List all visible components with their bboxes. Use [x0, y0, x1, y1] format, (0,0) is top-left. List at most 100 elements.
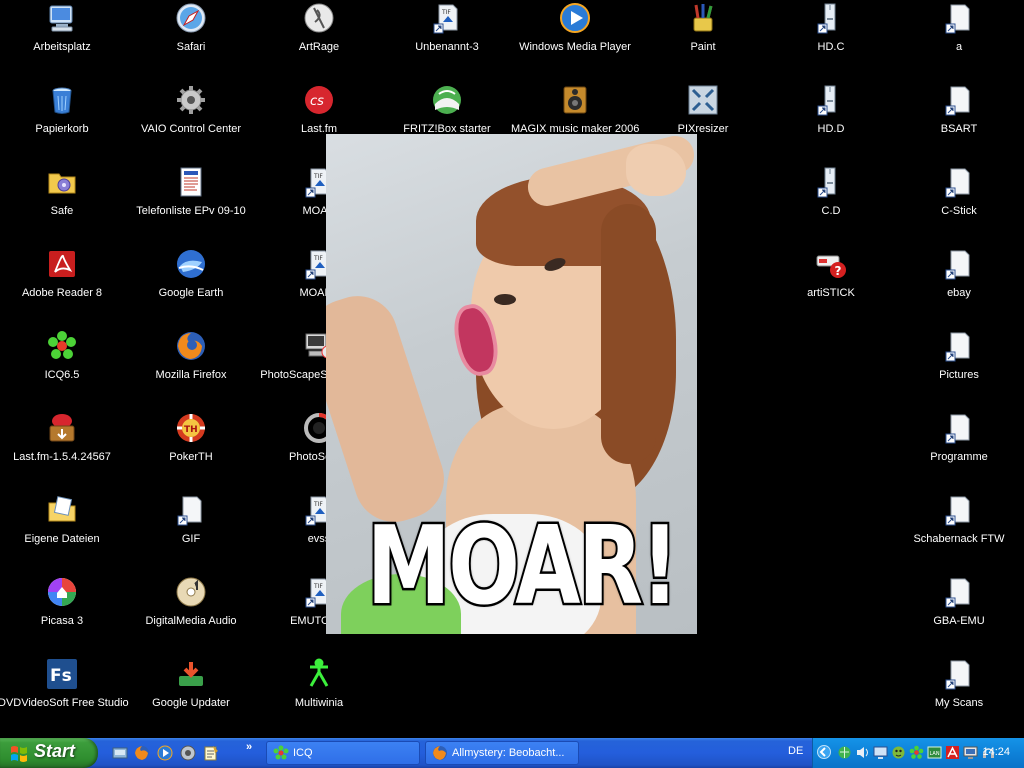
- desktop-icon-unbenannt-3[interactable]: TIF Unbenannt-3: [383, 2, 511, 74]
- desktop-icon-telefonliste[interactable]: Telefonliste EPv 09-10: [127, 166, 255, 238]
- desktop-icon-vaio-control-center[interactable]: VAIO Control Center: [127, 84, 255, 156]
- desktop-icon-safari[interactable]: Safari: [127, 2, 255, 74]
- desktop-icon-bsart[interactable]: BSART: [895, 84, 1023, 156]
- desktop-icon-papierkorb[interactable]: Papierkorb: [0, 84, 126, 156]
- network-icon[interactable]: [837, 745, 852, 760]
- drive-shortcut-icon: [815, 2, 847, 34]
- show-desktop-icon[interactable]: [112, 745, 128, 761]
- desktop-icon-pokerth[interactable]: TH PokerTH: [127, 412, 255, 484]
- desktop-icon-label: PokerTH: [169, 451, 213, 463]
- svg-text:TIF: TIF: [313, 255, 323, 262]
- desktop-icon-c-stick[interactable]: C-Stick: [895, 166, 1023, 238]
- desktop-icon-schabernack-ftw[interactable]: Schabernack FTW: [895, 494, 1023, 566]
- desktop-icon-lastfm-installer[interactable]: Last.fm-1.5.4.24567: [0, 412, 126, 484]
- desktop-icon-google-earth[interactable]: Google Earth: [127, 248, 255, 320]
- artrage-icon: [303, 2, 335, 34]
- desktop-icon-google-updater[interactable]: Google Updater: [127, 658, 255, 730]
- desktop-icon-dvdvideosoft[interactable]: Fs DVDVideoSoft Free Studio: [0, 658, 129, 730]
- desktop-icon-label: Picasa 3: [40, 615, 84, 627]
- start-button[interactable]: Start: [0, 738, 98, 768]
- desktop-icon-label: Google Earth: [158, 287, 224, 299]
- desktop-icon-hd-d[interactable]: HD.D: [767, 84, 895, 156]
- firefox-icon[interactable]: [134, 745, 150, 761]
- desktop-icon-label: a: [955, 41, 963, 53]
- desktop-icon-label: ArtRage: [298, 41, 340, 53]
- display-icon[interactable]: [963, 745, 978, 760]
- quick-launch-chevron[interactable]: »: [246, 741, 252, 753]
- desktop-icon-arbeitsplatz[interactable]: Arbeitsplatz: [0, 2, 126, 74]
- desktop-icon-label: Paint: [690, 41, 716, 53]
- cd-audio-icon: [175, 576, 207, 608]
- svg-text:TIF: TIF: [441, 9, 451, 16]
- desktop-icon-artrage[interactable]: ArtRage: [255, 2, 383, 74]
- desktop-icon-safe[interactable]: Safe: [0, 166, 126, 238]
- notepad-icon[interactable]: [203, 745, 219, 761]
- clock[interactable]: 14:24: [982, 746, 1010, 758]
- desktop-icon-artistick[interactable]: ? artiSTICK: [767, 248, 895, 320]
- file-shortcut-icon: [943, 658, 975, 690]
- desktop-icon-label: HD.C: [817, 41, 845, 53]
- desktop-icon-label: GIF: [181, 533, 201, 545]
- desktop-icon-paint[interactable]: Paint: [639, 2, 767, 74]
- language-indicator[interactable]: DE: [788, 745, 803, 757]
- firefox-icon: [432, 745, 448, 761]
- file-shortcut-icon: [943, 412, 975, 444]
- desktop-icon-label: Eigene Dateien: [24, 533, 100, 545]
- desktop-icon-gba-emu[interactable]: GBA-EMU: [895, 576, 1023, 648]
- desktop-icon-adobe-reader[interactable]: Adobe Reader 8: [0, 248, 126, 320]
- firefox-icon: [175, 330, 207, 362]
- picasa-icon: [46, 576, 78, 608]
- svg-text:TIF: TIF: [313, 173, 323, 180]
- meme-photo[interactable]: MOAR!: [326, 134, 697, 634]
- lastfm-icon: cs: [303, 84, 335, 116]
- shield-icon[interactable]: [891, 745, 906, 760]
- desktop-icon-label: Papierkorb: [35, 123, 89, 135]
- desktop-icon-pictures[interactable]: Pictures: [895, 330, 1023, 402]
- media-player-icon[interactable]: [157, 745, 173, 761]
- desktop-icon-hd-c[interactable]: HD.C: [767, 2, 895, 74]
- svg-text:TIF: TIF: [313, 501, 323, 508]
- desktop-icon-multiwinia[interactable]: Multiwinia: [255, 658, 383, 730]
- desktop-icon-picasa[interactable]: Picasa 3: [0, 576, 126, 648]
- desktop-icon-label: Adobe Reader 8: [21, 287, 103, 299]
- speaker-icon: [559, 84, 591, 116]
- monitor-icon[interactable]: [873, 745, 888, 760]
- desktop-icon-a[interactable]: a: [895, 2, 1023, 74]
- desktop-icon-icq[interactable]: ICQ6.5: [0, 330, 126, 402]
- google-updater-icon: [175, 658, 207, 690]
- icq-flower-icon[interactable]: [909, 745, 924, 760]
- desktop-icon-label: Programme: [930, 451, 988, 463]
- desktop-icon-label: BSART: [940, 123, 978, 135]
- poker-chip-icon: TH: [175, 412, 207, 444]
- taskbar-button-icq[interactable]: ICQ: [266, 741, 420, 765]
- antivirus-icon[interactable]: [945, 745, 960, 760]
- desktop-icon-windows-media-player[interactable]: Windows Media Player: [511, 2, 639, 74]
- desktop-icon-label: Google Updater: [152, 697, 230, 709]
- file-shortcut-icon: [943, 494, 975, 526]
- taskbar-button-allmystery[interactable]: Allmystery: Beobacht...: [425, 741, 579, 765]
- system-tray: LAN 14:24: [812, 738, 1024, 768]
- desktop-icon-label: Pictures: [939, 369, 979, 381]
- desktop-icon-eigene-dateien[interactable]: Eigene Dateien: [0, 494, 126, 566]
- gear-icon: [175, 84, 207, 116]
- tif-file-icon: TIF: [431, 2, 463, 34]
- lastfm-installer-icon: [46, 412, 78, 444]
- volume-icon[interactable]: [855, 745, 870, 760]
- file-shortcut-icon: [943, 166, 975, 198]
- file-shortcut-icon: [943, 2, 975, 34]
- desktop-icon-my-scans[interactable]: My Scans: [895, 658, 1023, 730]
- vaio-icon[interactable]: [180, 745, 196, 761]
- svg-text:TH: TH: [184, 425, 198, 435]
- desktop-icon-c-d[interactable]: C.D: [767, 166, 895, 238]
- document-icon: [175, 166, 207, 198]
- desktop-icon-gif[interactable]: GIF: [127, 494, 255, 566]
- adobe-reader-icon: [46, 248, 78, 280]
- desktop-icon-firefox[interactable]: Mozilla Firefox: [127, 330, 255, 402]
- lan-icon[interactable]: LAN: [927, 745, 942, 760]
- paint-brushes-icon: [687, 2, 719, 34]
- desktop-icon-programme[interactable]: Programme: [895, 412, 1023, 484]
- desktop-icon-digitalmedia-audio[interactable]: DigitalMedia Audio: [127, 576, 255, 648]
- icq-flower-icon: [273, 745, 289, 761]
- desktop-icon-ebay[interactable]: ebay: [895, 248, 1023, 320]
- tray-expand-arrow-icon[interactable]: [817, 745, 831, 759]
